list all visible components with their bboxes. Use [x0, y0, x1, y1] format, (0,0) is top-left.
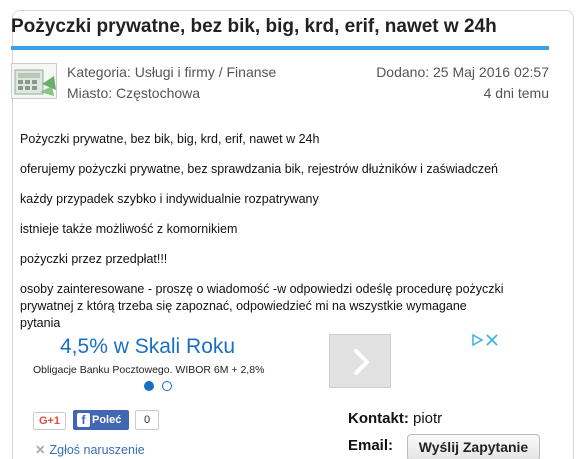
close-icon: ✕	[35, 443, 46, 457]
ad-subline: Obligacje Banku Pocztowego. WIBOR 6M + 2…	[33, 364, 265, 376]
email-label: Email:	[348, 437, 394, 454]
ad-page-dot[interactable]	[162, 381, 173, 391]
ad-banner[interactable]: 4,5% w Skali Roku Obligacje Banku Poczto…	[24, 331, 498, 397]
ad-headline[interactable]: 4,5% w Skali Roku	[60, 335, 235, 359]
posted-age: 4 dni temu	[483, 85, 549, 101]
description-paragraph: oferujemy pożyczki prywatne, bez sprawdz…	[20, 162, 498, 176]
description-line: prywatnej z którą trzeba się zapoznać, o…	[20, 299, 467, 330]
contact-label: Kontakt:	[348, 410, 409, 427]
description-paragraph: każdy przypadek szybko i indywidualnie r…	[20, 192, 319, 206]
gplus-button[interactable]: G+1	[33, 412, 66, 430]
listing-title: Pożyczki prywatne, bez bik, big, krd, er…	[11, 16, 497, 37]
city-link[interactable]: Miasto: Częstochowa	[67, 83, 276, 104]
chevron-right-icon	[354, 349, 369, 375]
ad-page-dot-active[interactable]	[144, 381, 154, 391]
facebook-like-button[interactable]: f Poleć	[73, 410, 129, 430]
facebook-like-label: Poleć	[92, 414, 122, 426]
ad-next-button[interactable]	[329, 334, 391, 388]
description-paragraph: Pożyczki prywatne, bez bik, big, krd, er…	[20, 132, 320, 146]
posted-date: Dodano: 25 Maj 2016 02:57	[376, 64, 549, 80]
description-paragraph: osoby zainteresowane - proszę o wiadomoś…	[20, 281, 510, 332]
category-thumbnail-icon	[11, 63, 57, 99]
ad-pager	[144, 381, 176, 393]
listing-description: Pożyczki prywatne, bez bik, big, krd, er…	[20, 131, 510, 346]
description-paragraph: istnieje także możliwość z komornikiem	[20, 222, 238, 236]
title-divider	[11, 46, 549, 50]
facebook-icon: f	[77, 413, 90, 427]
description-paragraph: pożyczki przez przedpłat!!!	[20, 252, 168, 266]
report-link[interactable]: ✕ Zgłoś naruszenie	[35, 442, 145, 457]
adchoices-icon[interactable]	[471, 333, 501, 347]
meta-left: Kategoria: Usługi i firmy / Finanse Mias…	[67, 62, 276, 104]
listing-meta: Kategoria: Usługi i firmy / Finanse Mias…	[11, 60, 549, 112]
facebook-like-count: 0	[135, 410, 159, 430]
send-inquiry-button[interactable]: Wyślij Zapytanie	[407, 434, 540, 459]
report-label: Zgłoś naruszenie	[49, 443, 145, 457]
contact-info: Kontakt: piotr	[348, 410, 442, 427]
category-link[interactable]: Kategoria: Usługi i firmy / Finanse	[67, 62, 276, 83]
description-line: osoby zainteresowane - proszę o wiadomoś…	[20, 282, 504, 296]
contact-name: piotr	[413, 410, 443, 427]
meta-right: Dodano: 25 Maj 2016 02:57 4 dni temu	[376, 62, 549, 104]
